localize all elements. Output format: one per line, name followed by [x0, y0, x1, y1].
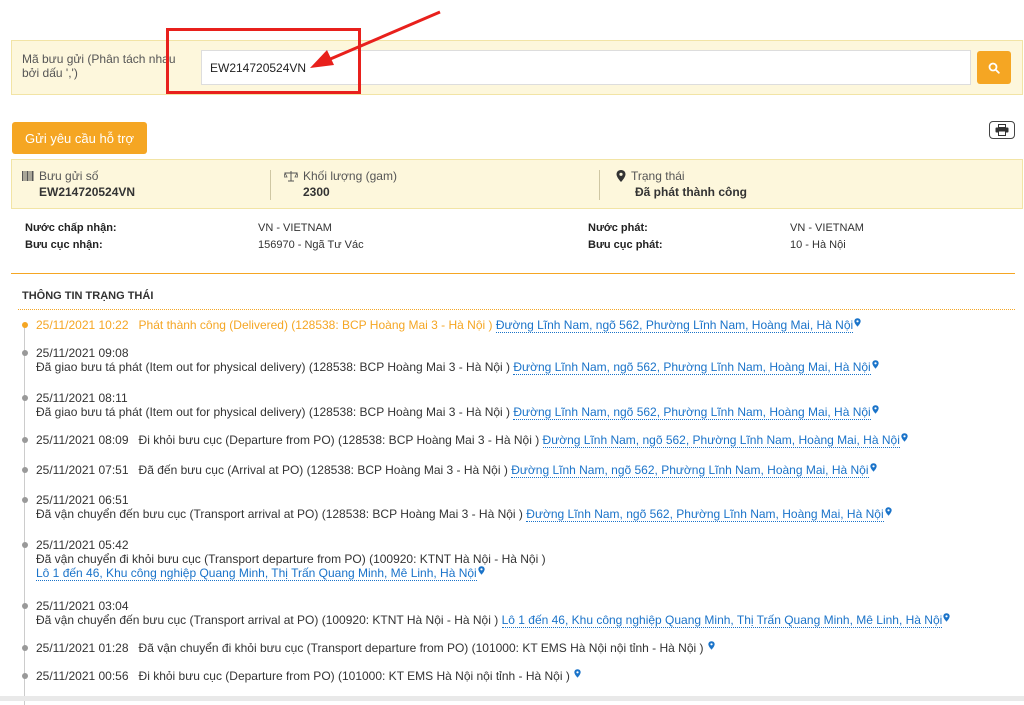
print-button[interactable] — [989, 121, 1015, 139]
timeline-item: 25/11/2021 09:08 Đã giao bưu tá phát (Ite… — [22, 346, 879, 375]
divider — [270, 170, 271, 200]
map-pin-icon — [872, 360, 879, 369]
map-pin-icon — [901, 433, 908, 442]
deliver-country-value: VN - VIETNAM — [790, 222, 864, 234]
deliver-office-label: Bưu cục phát: — [588, 239, 663, 251]
timeline-location-link[interactable]: Đường Lĩnh Nam, ngõ 562, Phường Lĩnh Nam… — [513, 405, 871, 420]
timeline-time: 25/11/2021 08:11 — [36, 391, 128, 405]
timeline-location-link[interactable]: Đường Lĩnh Nam, ngõ 562, Phường Lĩnh Nam… — [513, 360, 871, 375]
timeline-status-text: Đã giao bưu tá phát (Item out for physic… — [36, 360, 511, 374]
deliver-office-value: 10 - Hà Nội — [790, 239, 846, 251]
support-request-button[interactable]: Gửi yêu cầu hỗ trợ — [12, 122, 147, 154]
timeline-dot — [22, 467, 28, 473]
accept-country-value: VN - VIETNAM — [258, 222, 332, 234]
timeline-dot — [22, 497, 28, 503]
timeline-status-text: Đi khỏi bưu cục (Departure from PO) (101… — [138, 669, 570, 683]
timeline-location-link[interactable]: Lô 1 đến 46, Khu công nghiệp Quang Minh,… — [36, 566, 477, 581]
timeline-time: 25/11/2021 05:42 — [36, 538, 129, 552]
map-pin-icon — [872, 405, 879, 414]
timeline-status-text: Đã đến bưu cục (Arrival at PO) (128538: … — [138, 463, 508, 477]
item-number-block: Bưu gửi số EW214720524VN — [22, 169, 135, 199]
printer-icon — [995, 124, 1009, 136]
timeline-item: 25/11/2021 03:04 Đã vận chuyển đến bưu cụ… — [22, 599, 950, 628]
timeline-dot — [22, 673, 28, 679]
status-section-title: THÔNG TIN TRẠNG THÁI — [22, 290, 154, 302]
timeline-status-text: Phát thành công (Delivered) (128538: BCP… — [138, 318, 493, 332]
timeline-time: 25/11/2021 01:28 — [36, 641, 129, 655]
timeline-item: 25/11/2021 10:22 Phát thành công (Delive… — [22, 318, 861, 333]
horizontal-scrollbar[interactable] — [0, 696, 1024, 701]
status-value: Đã phát thành công — [635, 185, 747, 199]
timeline-time: 25/11/2021 06:51 — [36, 493, 129, 507]
map-pin-icon — [574, 669, 581, 678]
timeline-status-text: Đã vận chuyển đi khỏi bưu cục (Transport… — [36, 552, 546, 566]
timeline-time: 25/11/2021 07:51 — [36, 463, 129, 477]
accept-office-value: 156970 - Ngã Tư Vác — [258, 239, 364, 251]
divider — [18, 309, 1015, 310]
timeline-status-text: Đã vận chuyển đến bưu cục (Transport arr… — [36, 613, 499, 627]
timeline-item: 25/11/2021 07:51 Đã đến bưu cục (Arrival… — [22, 463, 877, 478]
timeline-time: 25/11/2021 08:09 — [36, 433, 129, 447]
search-icon — [988, 62, 1000, 74]
timeline-time: 25/11/2021 09:08 — [36, 346, 129, 360]
timeline-item: 25/11/2021 00:56 Đi khỏi bưu cục (Depart… — [22, 669, 581, 683]
timeline-time: 25/11/2021 10:22 — [36, 318, 129, 332]
accept-country-label: Nước chấp nhận: — [25, 222, 117, 234]
timeline-status-text: Đã vận chuyển đi khỏi bưu cục (Transport… — [138, 641, 704, 655]
timeline-dot — [22, 542, 28, 548]
item-number-value: EW214720524VN — [39, 185, 136, 199]
map-pin-icon — [478, 566, 485, 575]
timeline-location-link[interactable]: Lô 1 đến 46, Khu công nghiệp Quang Minh,… — [501, 613, 943, 628]
shipment-details: Nước chấp nhận: VN - VIETNAM Nước phát: … — [25, 222, 1005, 256]
timeline-dot — [22, 437, 28, 443]
timeline-location-link[interactable]: Đường Lĩnh Nam, ngõ 562, Phường Lĩnh Nam… — [495, 318, 854, 333]
timeline-item: 25/11/2021 05:42 Đã vận chuyển đi khỏi bư… — [22, 538, 546, 581]
search-button[interactable] — [977, 51, 1011, 84]
shipment-summary-header: Bưu gửi số EW214720524VN Khối lượng (gam… — [11, 159, 1023, 209]
divider — [599, 170, 600, 200]
timeline-dot — [22, 603, 28, 609]
timeline-location-link[interactable]: Đường Lĩnh Nam, ngõ 562, Phường Lĩnh Nam… — [542, 433, 900, 448]
status-timeline: 25/11/2021 10:22 Phát thành công (Delive… — [0, 315, 1024, 705]
map-pin-icon — [616, 170, 626, 182]
map-pin-icon — [854, 318, 861, 327]
timeline-item: 25/11/2021 08:09 Đi khỏi bưu cục (Depart… — [22, 433, 908, 448]
tracking-number-input[interactable] — [201, 50, 971, 85]
timeline-time: 25/11/2021 03:04 — [36, 599, 129, 613]
status-label: Trạng thái — [631, 169, 685, 183]
timeline-dot — [22, 322, 28, 328]
timeline-item: 25/11/2021 01:28 Đã vận chuyển đi khỏi b… — [22, 641, 715, 655]
weight-value: 2300 — [303, 185, 330, 199]
search-label: Mã bưu gửi (Phân tách nhau bởi dấu ',') — [22, 52, 176, 80]
timeline-dot — [22, 645, 28, 651]
deliver-country-label: Nước phát: — [588, 222, 648, 234]
timeline-status-text: Đã vận chuyển đến bưu cục (Transport arr… — [36, 507, 523, 521]
timeline-status-text: Đã giao bưu tá phát (Item out for physic… — [36, 405, 511, 419]
timeline-status-text: Đi khỏi bưu cục (Departure from PO) (128… — [138, 433, 540, 447]
timeline-item: 25/11/2021 06:51 Đã vận chuyển đến bưu cụ… — [22, 493, 892, 522]
timeline-time: 25/11/2021 00:56 — [36, 669, 129, 683]
weight-block: Khối lượng (gam) 2300 — [284, 169, 397, 199]
barcode-icon — [22, 171, 34, 181]
accept-office-label: Bưu cục nhận: — [25, 239, 103, 251]
map-pin-icon — [943, 613, 950, 622]
search-panel: Mã bưu gửi (Phân tách nhau bởi dấu ',') — [11, 40, 1023, 95]
timeline-location-link[interactable]: Đường Lĩnh Nam, ngõ 562, Phường Lĩnh Nam… — [511, 463, 869, 478]
timeline-location-link[interactable]: Đường Lĩnh Nam, ngõ 562, Phường Lĩnh Nam… — [526, 507, 884, 522]
item-number-label: Bưu gửi số — [39, 169, 99, 183]
timeline-dot — [22, 350, 28, 356]
status-block: Trạng thái Đã phát thành công — [616, 169, 747, 199]
weight-label: Khối lượng (gam) — [303, 169, 397, 183]
scale-icon — [284, 171, 298, 182]
divider — [11, 273, 1015, 274]
map-pin-icon — [708, 641, 715, 650]
map-pin-icon — [884, 507, 892, 516]
map-pin-icon — [869, 463, 877, 472]
timeline-dot — [22, 395, 28, 401]
timeline-item: 25/11/2021 08:11 Đã giao bưu tá phát (Ite… — [22, 391, 879, 420]
